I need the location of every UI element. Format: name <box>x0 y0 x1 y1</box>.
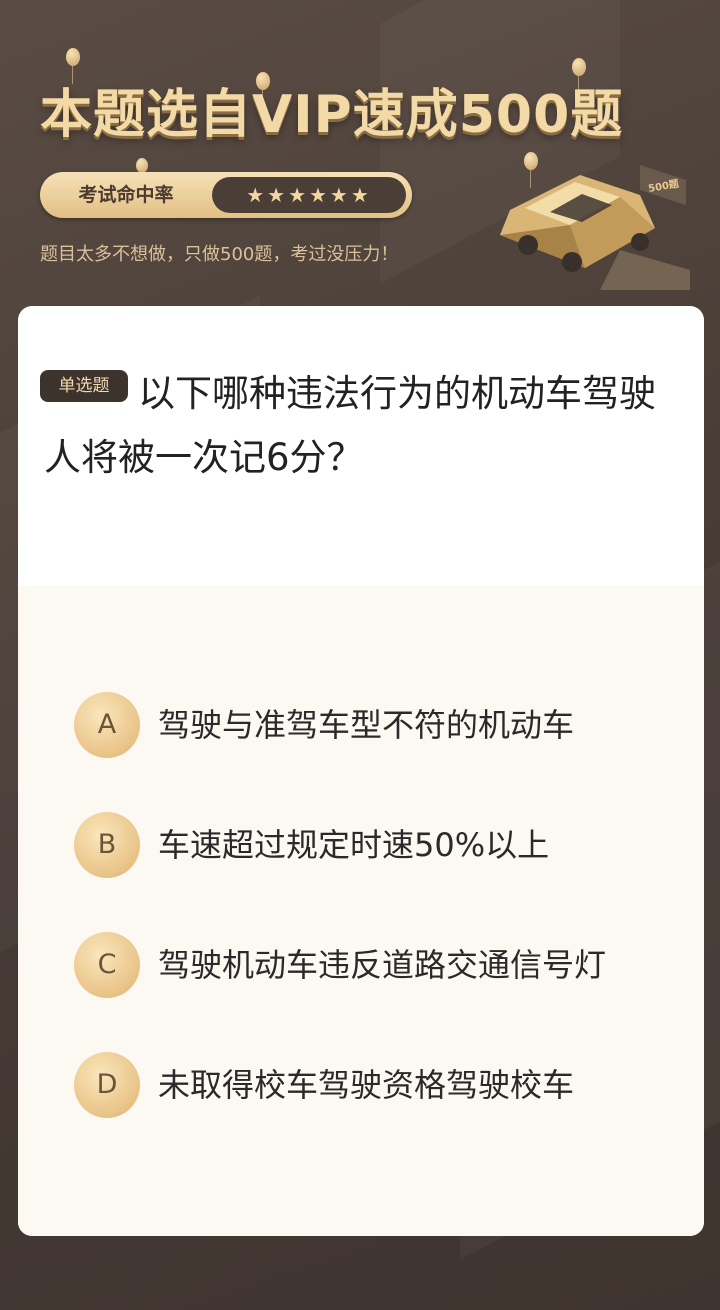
rating-stars: ★★★★★★ <box>212 177 406 213</box>
question-text: 以下哪种违法行为的机动车驾驶人将被一次记6分？ <box>44 372 656 479</box>
option-text: 驾驶与准驾车型不符的机动车 <box>158 706 575 744</box>
balloon-icon <box>66 48 80 84</box>
option-letter-circle: C <box>74 932 140 998</box>
option-b[interactable]: B 车速超过规定时速50%以上 <box>74 812 694 880</box>
option-a[interactable]: A 驾驶与准驾车型不符的机动车 <box>74 692 694 760</box>
option-letter-circle: A <box>74 692 140 758</box>
question-card: 单选题 以下哪种违法行为的机动车驾驶人将被一次记6分？ A 驾驶与准驾车型不符的… <box>18 306 704 1236</box>
option-text: 驾驶机动车违反道路交通信号灯 <box>158 946 607 984</box>
option-letter-circle: D <box>74 1052 140 1118</box>
hit-rate-label: 考试命中率 <box>78 184 174 206</box>
option-c[interactable]: C 驾驶机动车违反道路交通信号灯 <box>74 932 694 1000</box>
option-text: 车速超过规定时速50%以上 <box>158 826 550 864</box>
option-text: 未取得校车驾驶资格驾驶校车 <box>158 1066 575 1104</box>
page-title: 本题选自VIP速成500题 <box>40 85 624 145</box>
option-letter-circle: B <box>74 812 140 878</box>
hit-rate-pill: 考试命中率 ★★★★★★ <box>40 172 412 218</box>
options-panel <box>18 586 704 1236</box>
car-illustration-icon: 500题 <box>500 165 690 290</box>
header-banner: 本题选自VIP速成500题 考试命中率 ★★★★★★ 题目太多不想做，只做500… <box>0 0 720 300</box>
option-d[interactable]: D 未取得校车驾驶资格驾驶校车 <box>74 1052 694 1120</box>
balloon-icon <box>136 158 148 194</box>
header-subtitle: 题目太多不想做，只做500题，考过没压力！ <box>40 244 399 265</box>
